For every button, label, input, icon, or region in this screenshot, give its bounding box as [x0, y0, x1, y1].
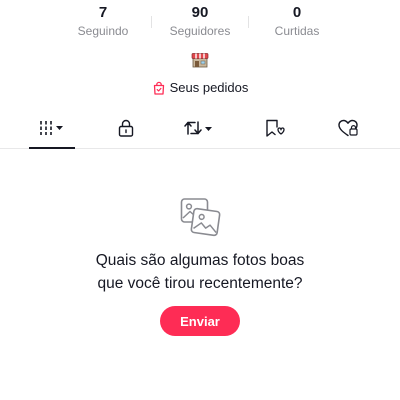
empty-state-line-2: que você tirou recentemente?: [97, 275, 303, 292]
tab-reposts[interactable]: [178, 116, 222, 140]
send-button[interactable]: Enviar: [160, 306, 240, 336]
likes-label: Curtidas: [274, 24, 320, 38]
storefront-icon[interactable]: [191, 52, 209, 68]
empty-state-line-1: Quais são algumas fotos boas: [95, 252, 305, 269]
active-tab-indicator: [29, 147, 75, 149]
tab-private[interactable]: [104, 116, 148, 140]
tab-favorites[interactable]: [253, 116, 297, 140]
repost-icon: [183, 118, 217, 138]
followers-label: Seguidores: [169, 24, 231, 38]
tab-liked[interactable]: [326, 116, 370, 140]
following-label: Seguindo: [77, 24, 129, 38]
followers-count: 90: [191, 4, 209, 21]
followers-stat[interactable]: 90 Seguidores: [152, 4, 248, 39]
tab-videos[interactable]: [31, 116, 75, 140]
grid-videos-icon: [37, 119, 69, 137]
profile-tabs: [0, 112, 400, 149]
orders-label: Seus pedidos: [169, 80, 249, 95]
following-stat[interactable]: 7 Seguindo: [55, 4, 151, 39]
photos-icon: [179, 196, 221, 238]
following-count: 7: [98, 4, 108, 21]
likes-count: 0: [292, 4, 302, 21]
orders-link[interactable]: Seus pedidos: [0, 79, 400, 97]
likes-stat[interactable]: 0 Curtidas: [249, 4, 345, 39]
favorites-icon: [264, 118, 286, 138]
lock-icon: [117, 118, 135, 138]
profile-stats: 7 Seguindo 90 Seguidores 0 Curtidas: [0, 4, 400, 42]
liked-heart-icon: [337, 118, 359, 138]
shopping-bag-icon: [152, 81, 166, 95]
empty-state-message: Quais são algumas fotos boas que você ti…: [0, 249, 400, 295]
